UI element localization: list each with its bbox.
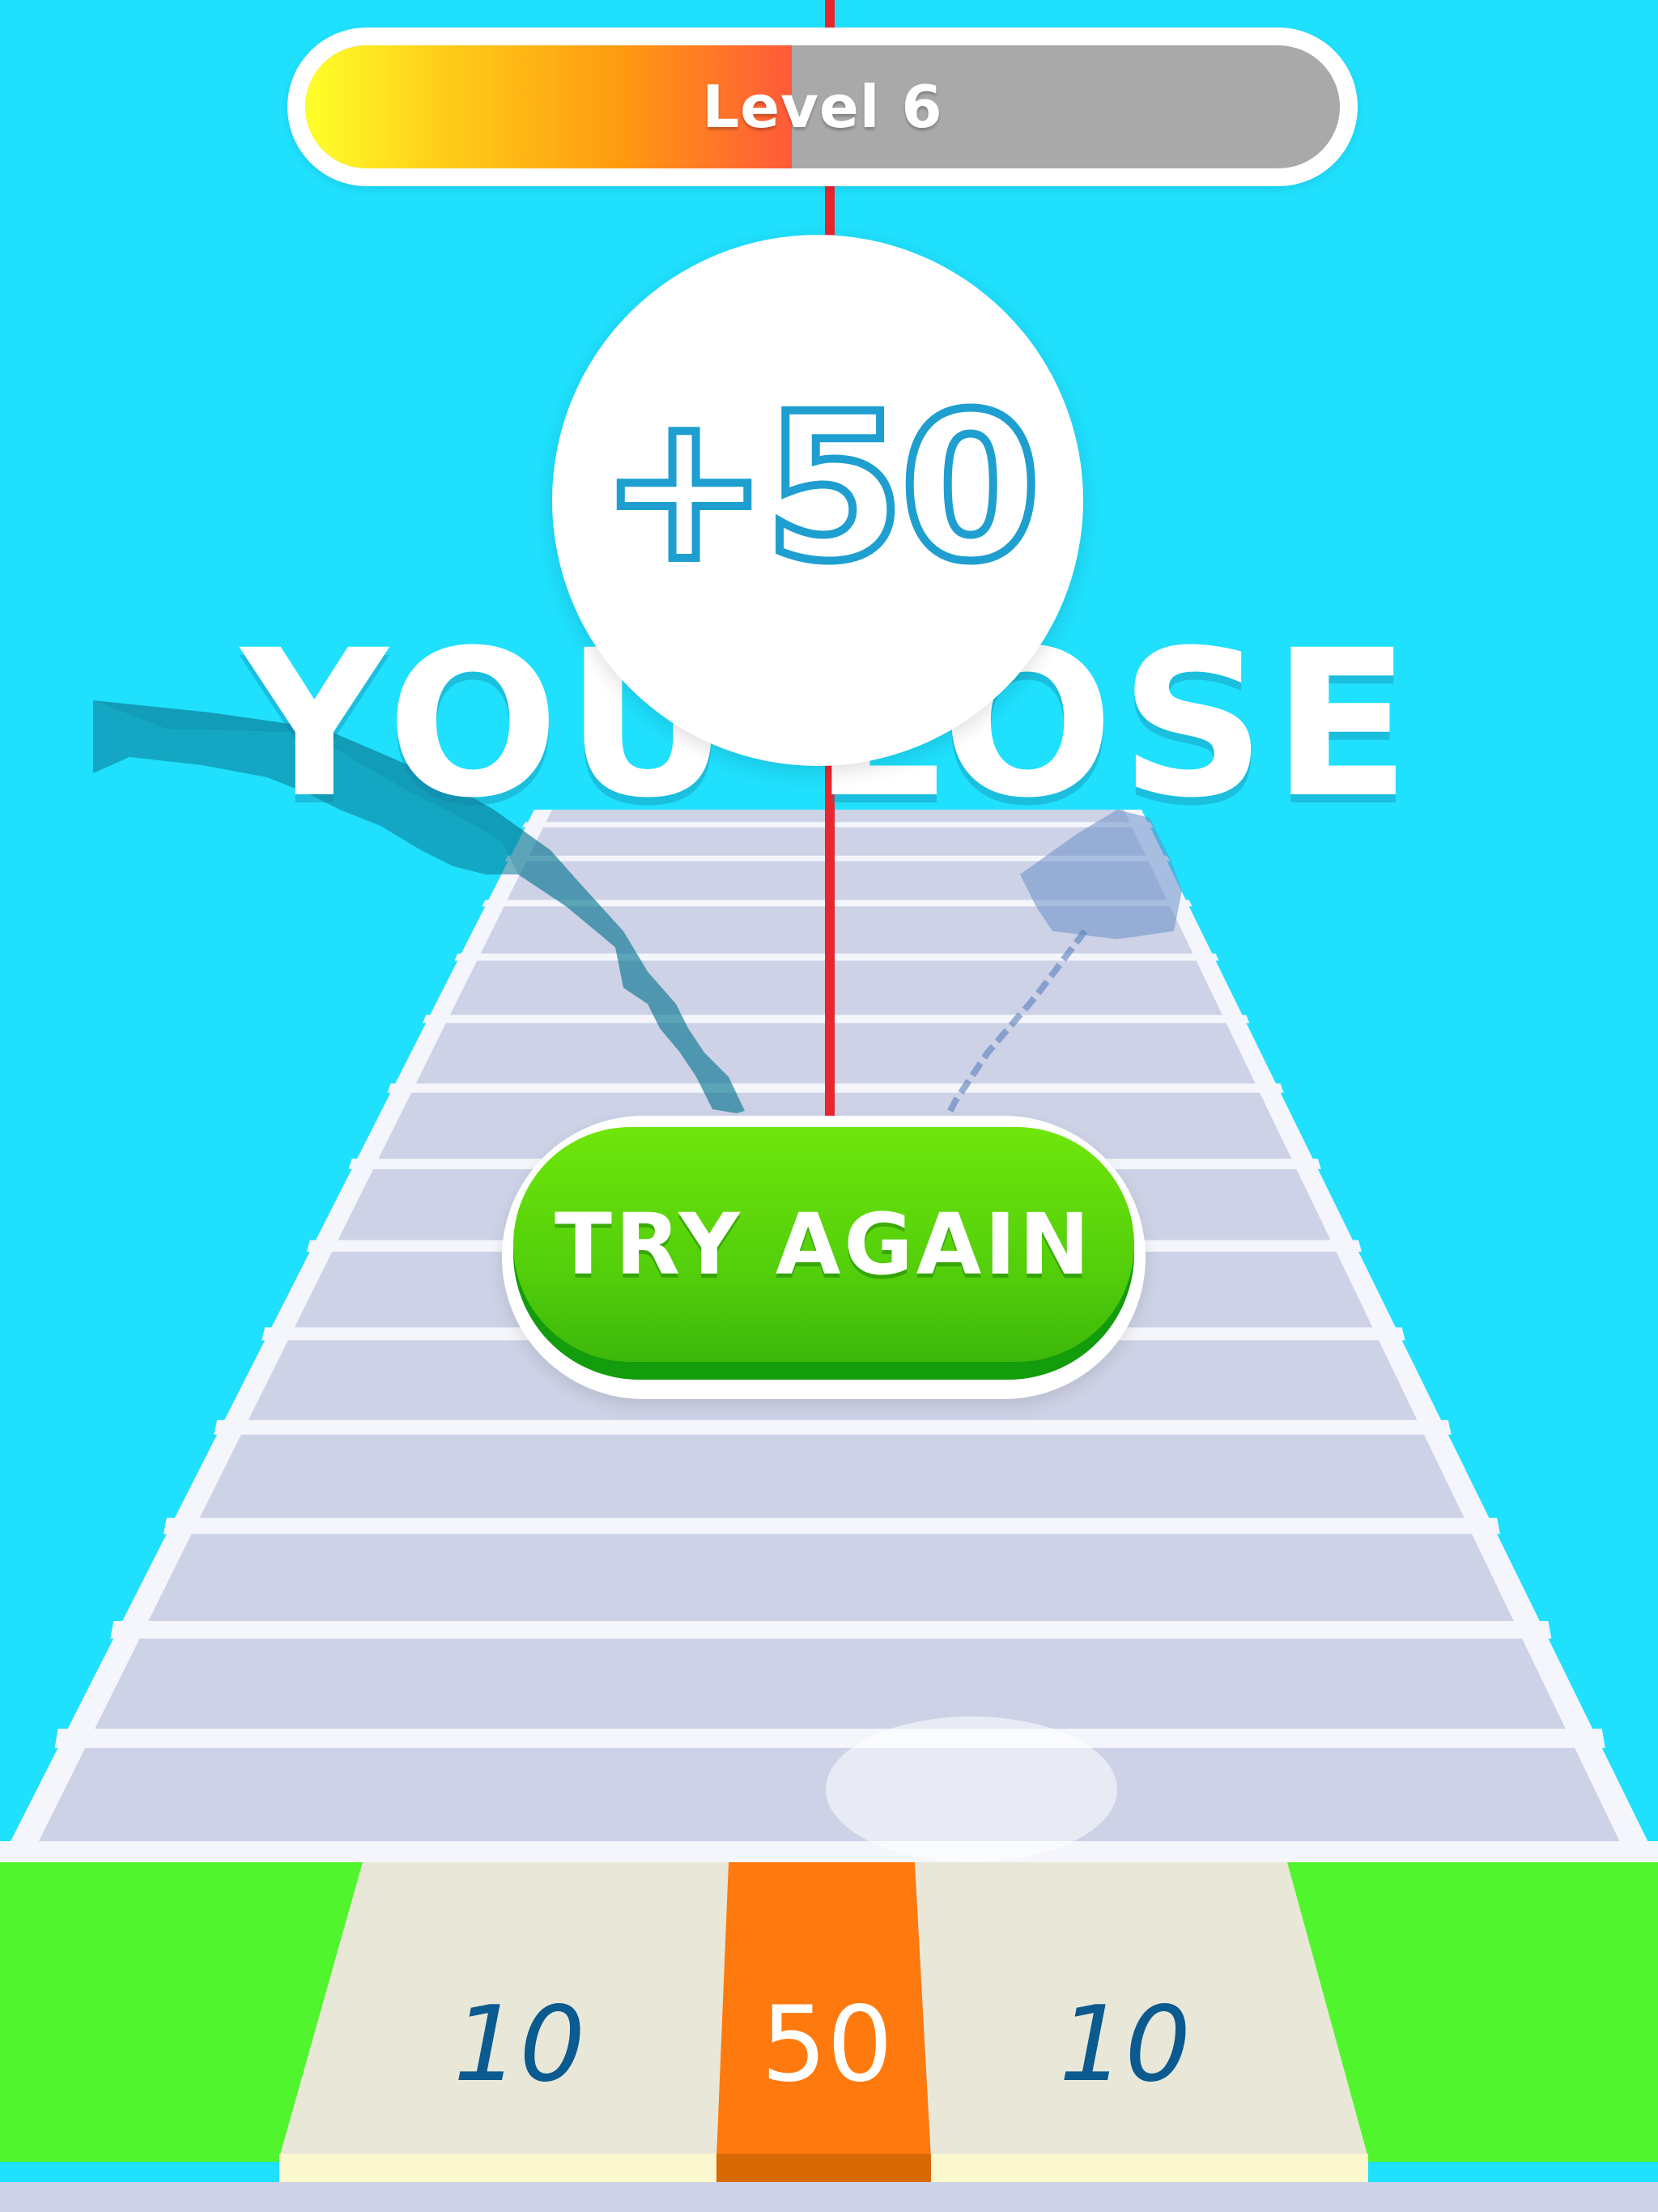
game-screen: Level 6 YOU LOSE +50 TRY AGAIN 10 50 10 — [0, 0, 1658, 2212]
ground-strip — [0, 2182, 1658, 2212]
stair-step-edge — [423, 1015, 1250, 1023]
score-gain-badge: +50 — [552, 235, 1083, 766]
try-again-label: TRY AGAIN — [555, 1195, 1093, 1294]
try-again-button-face: TRY AGAIN — [513, 1127, 1134, 1362]
try-again-button-base: TRY AGAIN — [513, 1127, 1134, 1380]
level-label: Level 6 — [702, 73, 943, 141]
tile-edge-right — [931, 2154, 1368, 2186]
stair-step-edge — [454, 953, 1219, 961]
stair-step-edge — [0, 1841, 1658, 1862]
stair-step-edge — [54, 1729, 1605, 1748]
stair-step-edge — [110, 1620, 1552, 1639]
stair-step-edge — [387, 1083, 1284, 1093]
try-again-button[interactable]: TRY AGAIN — [502, 1116, 1146, 1399]
tile-value-right: 10 — [1059, 1984, 1191, 2105]
tile-edge-middle — [716, 2154, 931, 2186]
light-glare — [826, 1716, 1117, 1862]
stair-step-edge — [163, 1517, 1501, 1534]
stair-step-edge — [214, 1419, 1452, 1435]
level-progress-bar: Level 6 — [287, 28, 1358, 186]
tile-edge-left — [279, 2154, 716, 2186]
tile-value-left: 10 — [453, 1984, 585, 2105]
tile-value-middle: 50 — [761, 1984, 893, 2105]
score-gain-text: +50 — [595, 370, 1044, 606]
progress-track: Level 6 — [305, 45, 1340, 168]
